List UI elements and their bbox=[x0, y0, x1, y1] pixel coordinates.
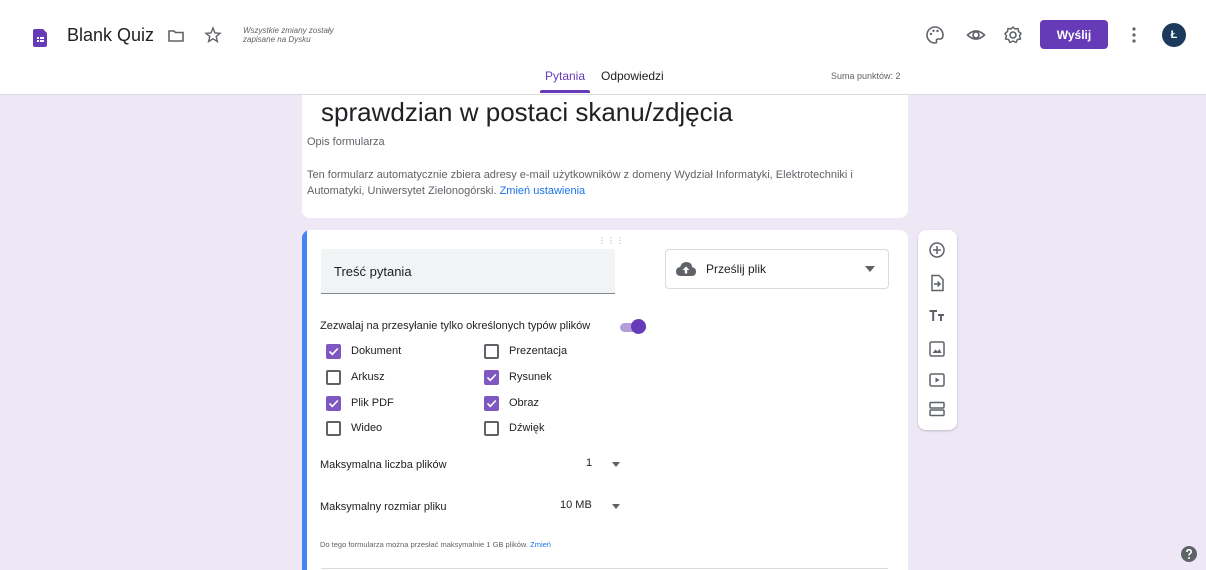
add-title-icon[interactable] bbox=[928, 307, 946, 325]
add-video-icon[interactable] bbox=[928, 371, 946, 389]
floating-toolbar bbox=[918, 230, 957, 430]
max-size-label: Maksymalny rozmiar pliku bbox=[320, 501, 447, 513]
save-status: Wszystkie zmiany zostały zapisane na Dys… bbox=[243, 26, 334, 44]
avatar[interactable]: Ł bbox=[1162, 23, 1186, 47]
limit-note-text: Do tego formularza można przesłać maksym… bbox=[320, 540, 529, 549]
top-header: Blank Quiz Wszystkie zmiany zostały zapi… bbox=[0, 0, 1206, 95]
max-files-label: Maksymalna liczba plików bbox=[320, 459, 447, 471]
change-limit-link[interactable]: Zmień bbox=[530, 540, 551, 549]
filetype-label: Wideo bbox=[351, 422, 383, 434]
filetype-label: Obraz bbox=[509, 397, 539, 409]
add-image-icon[interactable] bbox=[928, 340, 946, 358]
tab-answers[interactable]: Odpowiedzi bbox=[601, 69, 664, 83]
add-section-icon[interactable] bbox=[928, 400, 946, 418]
filetype-label: Plik PDF bbox=[351, 397, 394, 409]
filetype-label: Rysunek bbox=[509, 371, 552, 383]
form-description-field[interactable]: Opis formularza bbox=[307, 136, 385, 148]
max-size-value[interactable]: 10 MB bbox=[560, 499, 592, 511]
checkbox-checked-icon[interactable] bbox=[484, 396, 499, 411]
send-button[interactable]: Wyślij bbox=[1040, 20, 1108, 49]
chevron-down-icon bbox=[865, 266, 875, 272]
question-title-placeholder: Treść pytania bbox=[334, 264, 412, 279]
question-type-select[interactable]: Prześlij plik bbox=[665, 249, 889, 289]
checkbox-checked-icon[interactable] bbox=[326, 344, 341, 359]
drag-handle-icon[interactable]: ⋮⋮⋮ bbox=[598, 236, 625, 245]
tab-questions[interactable]: Pytania bbox=[545, 69, 585, 83]
form-title-card: sprawdzian w postaci skanu/zdjęcia Opis … bbox=[302, 95, 908, 218]
chevron-down-icon[interactable] bbox=[612, 462, 620, 467]
question-card[interactable]: ⋮⋮⋮ Treść pytania Prześlij plik Zezwalaj… bbox=[302, 230, 908, 570]
checkbox-checked-icon[interactable] bbox=[326, 396, 341, 411]
upload-limit-note: Do tego formularza można przesłać maksym… bbox=[320, 540, 551, 549]
filetype-label: Dźwięk bbox=[509, 422, 545, 434]
filetype-label: Dokument bbox=[351, 345, 402, 357]
question-type-label: Prześlij plik bbox=[706, 262, 767, 276]
preview-eye-icon[interactable] bbox=[966, 25, 986, 45]
question-title-input[interactable]: Treść pytania bbox=[321, 249, 615, 294]
star-icon[interactable] bbox=[204, 26, 222, 44]
more-options-icon[interactable] bbox=[1130, 25, 1138, 45]
checkbox-empty-icon[interactable] bbox=[326, 370, 341, 385]
filetype-label: Arkusz bbox=[351, 371, 385, 383]
email-collection-note: Ten formularz automatycznie zbiera adres… bbox=[307, 167, 897, 199]
restrict-types-label: Zezwalaj na przesyłanie tylko określonyc… bbox=[320, 320, 591, 332]
palette-icon[interactable] bbox=[925, 25, 945, 45]
checkbox-checked-icon[interactable] bbox=[484, 370, 499, 385]
checkbox-empty-icon[interactable] bbox=[326, 421, 341, 436]
restrict-types-toggle-knob[interactable] bbox=[631, 319, 646, 334]
filetype-label: Prezentacja bbox=[509, 345, 568, 357]
checkbox-empty-icon[interactable] bbox=[484, 421, 499, 436]
change-settings-link[interactable]: Zmień ustawienia bbox=[500, 185, 586, 197]
form-name[interactable]: Blank Quiz bbox=[67, 25, 154, 46]
import-questions-icon[interactable] bbox=[928, 274, 946, 292]
checkbox-empty-icon[interactable] bbox=[484, 344, 499, 359]
help-icon[interactable] bbox=[1181, 546, 1197, 562]
active-card-accent bbox=[302, 230, 307, 570]
points-total: Suma punktów: 2 bbox=[831, 71, 901, 81]
add-question-icon[interactable] bbox=[928, 241, 946, 259]
active-tab-indicator bbox=[540, 90, 590, 93]
max-files-value[interactable]: 1 bbox=[586, 457, 592, 469]
chevron-down-icon[interactable] bbox=[612, 504, 620, 509]
form-title[interactable]: sprawdzian w postaci skanu/zdjęcia bbox=[321, 97, 733, 128]
forms-logo-icon[interactable] bbox=[33, 29, 47, 47]
divider bbox=[321, 568, 888, 569]
gear-icon[interactable] bbox=[1003, 25, 1023, 45]
cloud-upload-icon bbox=[676, 262, 696, 276]
folder-icon[interactable] bbox=[167, 27, 185, 45]
